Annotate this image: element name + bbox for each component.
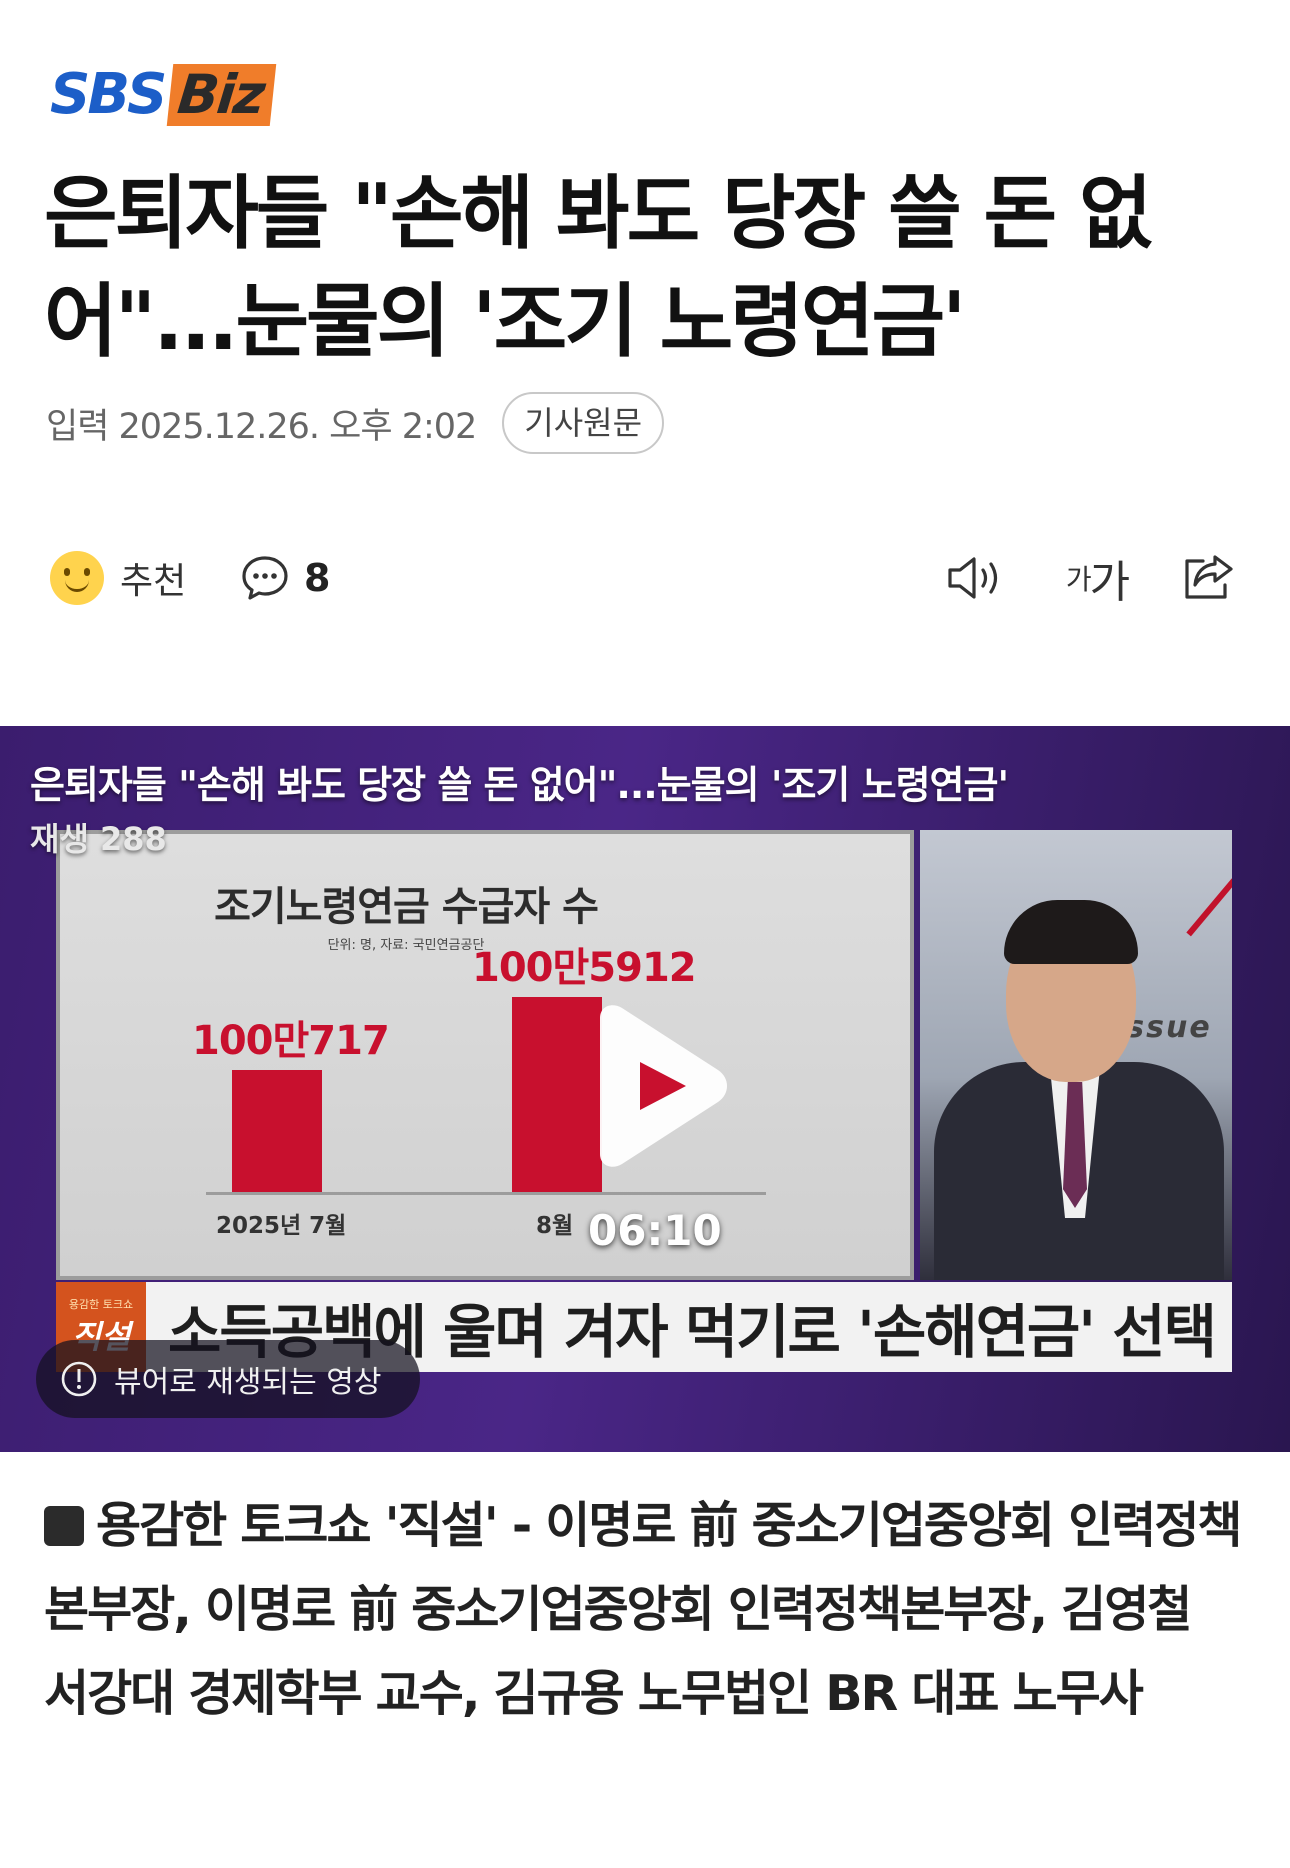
video-view-count: 재생 288 bbox=[30, 820, 167, 858]
host-hair bbox=[1004, 900, 1138, 964]
viewer-notice-text: 뷰어로 재생되는 영상 bbox=[114, 1365, 382, 1400]
category-label-august: 8월 bbox=[536, 1213, 574, 1239]
article-caption-text: 용감한 토크쇼 '직설' - 이명로 前 중소기업중앙회 인력정책본부장, 이명… bbox=[44, 1497, 1243, 1722]
chart-axis bbox=[206, 1192, 766, 1195]
article-date: 입력 2025.12.26. 오후 2:02 bbox=[46, 406, 477, 447]
program-badge-subtitle: 용감한 토크쇼 bbox=[68, 1298, 134, 1311]
article-caption: 용감한 토크쇼 '직설' - 이명로 前 중소기업중앙회 인력정책본부장, 이명… bbox=[44, 1484, 1244, 1736]
bar-value-august: 100만5912 bbox=[472, 945, 697, 992]
enrollee-chart: 조기노령연금 수급자 수 단위: 명, 자료: 국민연금공단 100만717 1… bbox=[56, 830, 914, 1280]
font-size-large-label: 가 bbox=[1089, 557, 1131, 608]
sbs-biz-logo[interactable]: SBS Biz bbox=[50, 60, 277, 130]
viewer-notice[interactable]: 뷰어로 재생되는 영상 bbox=[36, 1340, 420, 1418]
comments-button[interactable]: 8 bbox=[240, 548, 330, 608]
info-icon bbox=[61, 1361, 97, 1397]
chart-bar-july bbox=[232, 1069, 322, 1192]
logo-sbs-text: SBS bbox=[50, 62, 167, 127]
square-bullet-icon bbox=[44, 1506, 84, 1546]
category-label-july: 2025년 7월 bbox=[216, 1213, 347, 1239]
font-size-small-label: 가 bbox=[1065, 563, 1092, 596]
article-meta: 입력 2025.12.26. 오후 2:02 기사원문 bbox=[46, 392, 665, 454]
video-duration: 06:10 bbox=[588, 1206, 722, 1255]
video-title: 은퇴자들 "손해 봐도 당장 쓸 돈 없어"...눈물의 '조기 노령연금' bbox=[30, 763, 1009, 807]
article-headline: 은퇴자들 "손해 봐도 당장 쓸 돈 없어"...눈물의 '조기 노령연금' bbox=[44, 167, 1153, 368]
chart-title: 조기노령연금 수급자 수 bbox=[214, 884, 599, 930]
play-icon[interactable] bbox=[578, 1004, 730, 1168]
share-button[interactable] bbox=[1178, 548, 1240, 608]
recommend-button[interactable]: 추천 bbox=[50, 548, 186, 608]
smile-icon bbox=[50, 551, 104, 605]
logo-biz-text: Biz bbox=[167, 63, 277, 126]
recommend-label: 추천 bbox=[120, 561, 187, 602]
read-aloud-button[interactable] bbox=[944, 548, 1008, 608]
comment-bubble-icon bbox=[242, 556, 288, 600]
slash-mark-decoration bbox=[1129, 830, 1232, 937]
speaker-icon bbox=[948, 557, 998, 599]
font-size-button[interactable]: 가 가 bbox=[1060, 548, 1136, 608]
video-player[interactable]: 조기노령연금 수급자 수 단위: 명, 자료: 국민연금공단 100만717 1… bbox=[0, 726, 1290, 1452]
comment-count: 8 bbox=[304, 556, 331, 600]
share-icon bbox=[1185, 555, 1233, 599]
host-video-panel: issue bbox=[920, 830, 1232, 1280]
article-action-bar: 추천 8 가 가 bbox=[50, 548, 1240, 608]
original-article-button[interactable]: 기사원문 bbox=[502, 392, 665, 454]
bar-value-july: 100만717 bbox=[192, 1017, 390, 1064]
